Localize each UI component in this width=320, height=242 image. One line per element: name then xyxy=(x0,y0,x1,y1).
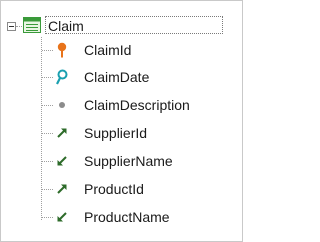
foreign-key-arrow-icon xyxy=(57,128,67,138)
tree-connector xyxy=(42,189,53,190)
collapse-toggle[interactable] xyxy=(7,22,16,31)
tree-connector xyxy=(42,217,53,218)
tree-connector xyxy=(16,26,22,27)
tree-connector xyxy=(42,133,53,134)
tree-item-label: ProductName xyxy=(84,209,170,225)
tree-item-productname[interactable]: ProductName xyxy=(0,207,243,227)
search-key-icon xyxy=(56,69,68,85)
tree-item-label: ClaimDescription xyxy=(84,97,190,113)
tree-item-suppliername[interactable]: SupplierName xyxy=(0,151,243,171)
tree-item-claimdate[interactable]: ClaimDate xyxy=(0,67,243,87)
tree-connector xyxy=(42,77,53,78)
foreign-key-arrow-icon xyxy=(57,184,67,194)
inferred-attribute-arrow-icon xyxy=(57,156,67,166)
tree-connector xyxy=(42,161,53,162)
tree-connector xyxy=(42,50,53,51)
root-node-label[interactable]: Claim xyxy=(45,16,223,34)
tree-item-label: SupplierId xyxy=(84,125,148,141)
tree-item-label: SupplierName xyxy=(84,153,173,169)
primary-key-icon xyxy=(57,42,67,58)
tree-item-label: ClaimId xyxy=(84,42,132,58)
tree-connector xyxy=(42,105,53,106)
transaction-table-icon xyxy=(23,17,41,33)
inferred-attribute-arrow-icon xyxy=(57,212,67,222)
tree-item-claimid[interactable]: ClaimId xyxy=(0,40,243,60)
transaction-structure-tree: Claim ClaimId ClaimDate ClaimDescription xyxy=(0,0,243,242)
tree-item-label: ProductId xyxy=(84,181,144,197)
attribute-dot-icon xyxy=(59,102,65,108)
tree-item-productid[interactable]: ProductId xyxy=(0,179,243,199)
tree-item-supplierid[interactable]: SupplierId xyxy=(0,123,243,143)
tree-item-label: ClaimDate xyxy=(84,69,150,85)
tree-item-claimdescription[interactable]: ClaimDescription xyxy=(0,95,243,115)
